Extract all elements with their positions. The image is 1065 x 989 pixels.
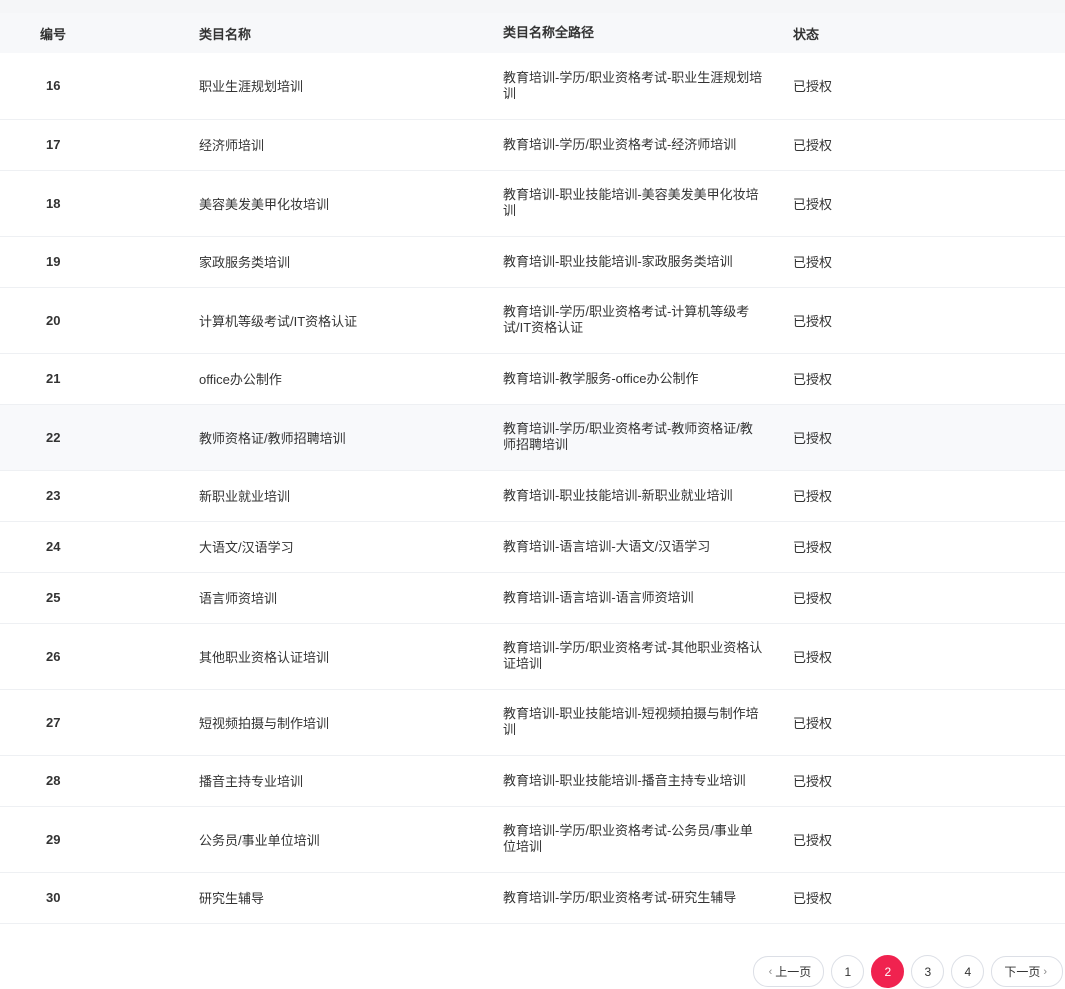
row-status: 已授权 [793, 53, 1065, 120]
row-status: 已授权 [793, 353, 1065, 405]
row-id: 26 [0, 623, 199, 690]
row-category-name: office办公制作 [199, 353, 503, 405]
table-row: 16 职业生涯规划培训 教育培训-学历/职业资格考试-职业生涯规划培训 已授权 [0, 53, 1065, 120]
pagination: ‹ 上一页 1 2 3 4 下一页 › [752, 955, 1063, 988]
row-status: 已授权 [793, 470, 1065, 522]
row-category-name: 教师资格证/教师招聘培训 [199, 404, 503, 471]
page-button-2-current[interactable]: 2 [871, 955, 905, 988]
row-category-path: 教育培训-职业技能培训-美容美发美甲化妆培训 [503, 170, 793, 237]
next-page-label: 下一页 [1004, 965, 1041, 979]
row-category-name: 播音主持专业培训 [199, 755, 503, 807]
row-category-name: 语言师资培训 [199, 572, 503, 624]
row-category-name: 大语文/汉语学习 [199, 521, 503, 573]
row-category-path: 教育培训-语言培训-语言师资培训 [503, 572, 793, 624]
table-body: 16 职业生涯规划培训 教育培训-学历/职业资格考试-职业生涯规划培训 已授权 17 经济… [0, 53, 1065, 924]
row-id: 25 [0, 572, 199, 624]
row-status: 已授权 [793, 119, 1065, 171]
row-category-name: 家政服务类培训 [199, 236, 503, 288]
table-row: 28 播音主持专业培训 教育培训-职业技能培训-播音主持专业培训 已授权 [0, 755, 1065, 807]
table-row: 20 计算机等级考试/IT资格认证 教育培训-学历/职业资格考试-计算机等级考试/I… [0, 287, 1065, 354]
row-category-path: 教育培训-教学服务-office办公制作 [503, 353, 793, 405]
row-status: 已授权 [793, 170, 1065, 237]
row-category-name: 职业生涯规划培训 [199, 53, 503, 120]
prev-page-button[interactable]: ‹ 上一页 [752, 956, 825, 987]
row-status: 已授权 [793, 404, 1065, 471]
row-id: 18 [0, 170, 199, 237]
header-category-path: 类目名称全路径 [503, 25, 595, 40]
row-category-path: 教育培训-语言培训-大语文/汉语学习 [503, 521, 793, 573]
row-status: 已授权 [793, 806, 1065, 873]
row-status: 已授权 [793, 689, 1065, 756]
row-status: 已授权 [793, 755, 1065, 807]
row-category-name: 经济师培训 [199, 119, 503, 171]
table-row: 22 教师资格证/教师招聘培训 教育培训-学历/职业资格考试-教师资格证/教师招聘培… [0, 404, 1065, 471]
row-id: 29 [0, 806, 199, 873]
row-id: 23 [0, 470, 199, 522]
row-category-path: 教育培训-学历/职业资格考试-计算机等级考试/IT资格认证 [503, 287, 793, 354]
row-id: 22 [0, 404, 199, 471]
row-id: 16 [0, 53, 199, 120]
row-status: 已授权 [793, 572, 1065, 624]
header-id: 编号 [40, 26, 67, 42]
table-header-row: 编号 类目名称 类目名称全路径 状态 [0, 13, 1065, 53]
table-row: 19 家政服务类培训 教育培训-职业技能培训-家政服务类培训 已授权 [0, 236, 1065, 288]
table-row: 24 大语文/汉语学习 教育培训-语言培训-大语文/汉语学习 已授权 [0, 521, 1065, 573]
table-row: 26 其他职业资格认证培训 教育培训-学历/职业资格考试-其他职业资格认证培训 已授权 [0, 623, 1065, 690]
table-row: 17 经济师培训 教育培训-学历/职业资格考试-经济师培训 已授权 [0, 119, 1065, 171]
row-id: 21 [0, 353, 199, 405]
row-category-path: 教育培训-职业技能培训-新职业就业培训 [503, 470, 793, 522]
row-category-name: 短视频拍摄与制作培训 [199, 689, 503, 756]
row-id: 27 [0, 689, 199, 756]
row-category-path: 教育培训-职业技能培训-播音主持专业培训 [503, 755, 793, 807]
row-id: 20 [0, 287, 199, 354]
chevron-left-icon: ‹ [768, 965, 773, 978]
prev-page-label: 上一页 [775, 965, 812, 979]
row-id: 28 [0, 755, 199, 807]
row-id: 30 [0, 872, 199, 924]
row-category-name: 新职业就业培训 [199, 470, 503, 522]
row-category-path: 教育培训-学历/职业资格考试-经济师培训 [503, 119, 793, 171]
row-category-path: 教育培训-学历/职业资格考试-公务员/事业单位培训 [503, 806, 793, 873]
table-row: 21 office办公制作 教育培训-教学服务-office办公制作 已授权 [0, 353, 1065, 405]
row-id: 17 [0, 119, 199, 171]
next-page-button[interactable]: 下一页 › [991, 956, 1063, 987]
category-table-panel: 编号 类目名称 类目名称全路径 状态 16 职业生涯规划培训 教育培训-学历/职业资… [0, 13, 1065, 989]
row-id: 24 [0, 521, 199, 573]
page-button-3[interactable]: 3 [911, 955, 945, 988]
row-id: 19 [0, 236, 199, 288]
row-category-path: 教育培训-职业技能培训-家政服务类培训 [503, 236, 793, 288]
table-row: 30 研究生辅导 教育培训-学历/职业资格考试-研究生辅导 已授权 [0, 872, 1065, 924]
chevron-right-icon: › [1043, 965, 1047, 978]
row-category-path: 教育培训-学历/职业资格考试-研究生辅导 [503, 872, 793, 924]
header-status: 状态 [793, 26, 820, 42]
table-row: 18 美容美发美甲化妆培训 教育培训-职业技能培训-美容美发美甲化妆培训 已授权 [0, 170, 1065, 237]
row-status: 已授权 [793, 521, 1065, 573]
category-table: 编号 类目名称 类目名称全路径 状态 16 职业生涯规划培训 教育培训-学历/职业资… [0, 13, 1065, 924]
row-status: 已授权 [793, 623, 1065, 690]
row-category-name: 研究生辅导 [199, 872, 503, 924]
page-button-1[interactable]: 1 [831, 955, 865, 988]
table-row: 25 语言师资培训 教育培训-语言培训-语言师资培训 已授权 [0, 572, 1065, 624]
row-status: 已授权 [793, 287, 1065, 354]
row-category-path: 教育培训-学历/职业资格考试-教师资格证/教师招聘培训 [503, 404, 793, 471]
header-category-name: 类目名称 [199, 26, 252, 42]
row-category-name: 美容美发美甲化妆培训 [199, 170, 503, 237]
row-status: 已授权 [793, 872, 1065, 924]
table-row: 29 公务员/事业单位培训 教育培训-学历/职业资格考试-公务员/事业单位培训 已授权 [0, 806, 1065, 873]
row-category-name: 公务员/事业单位培训 [199, 806, 503, 873]
row-status: 已授权 [793, 236, 1065, 288]
row-category-path: 教育培训-职业技能培训-短视频拍摄与制作培训 [503, 689, 793, 756]
row-category-name: 计算机等级考试/IT资格认证 [199, 287, 503, 354]
page-button-4[interactable]: 4 [951, 955, 985, 988]
row-category-path: 教育培训-学历/职业资格考试-其他职业资格认证培训 [503, 623, 793, 690]
row-category-name: 其他职业资格认证培训 [199, 623, 503, 690]
table-row: 23 新职业就业培训 教育培训-职业技能培训-新职业就业培训 已授权 [0, 470, 1065, 522]
row-category-path: 教育培训-学历/职业资格考试-职业生涯规划培训 [503, 53, 793, 120]
table-row: 27 短视频拍摄与制作培训 教育培训-职业技能培训-短视频拍摄与制作培训 已授权 [0, 689, 1065, 756]
